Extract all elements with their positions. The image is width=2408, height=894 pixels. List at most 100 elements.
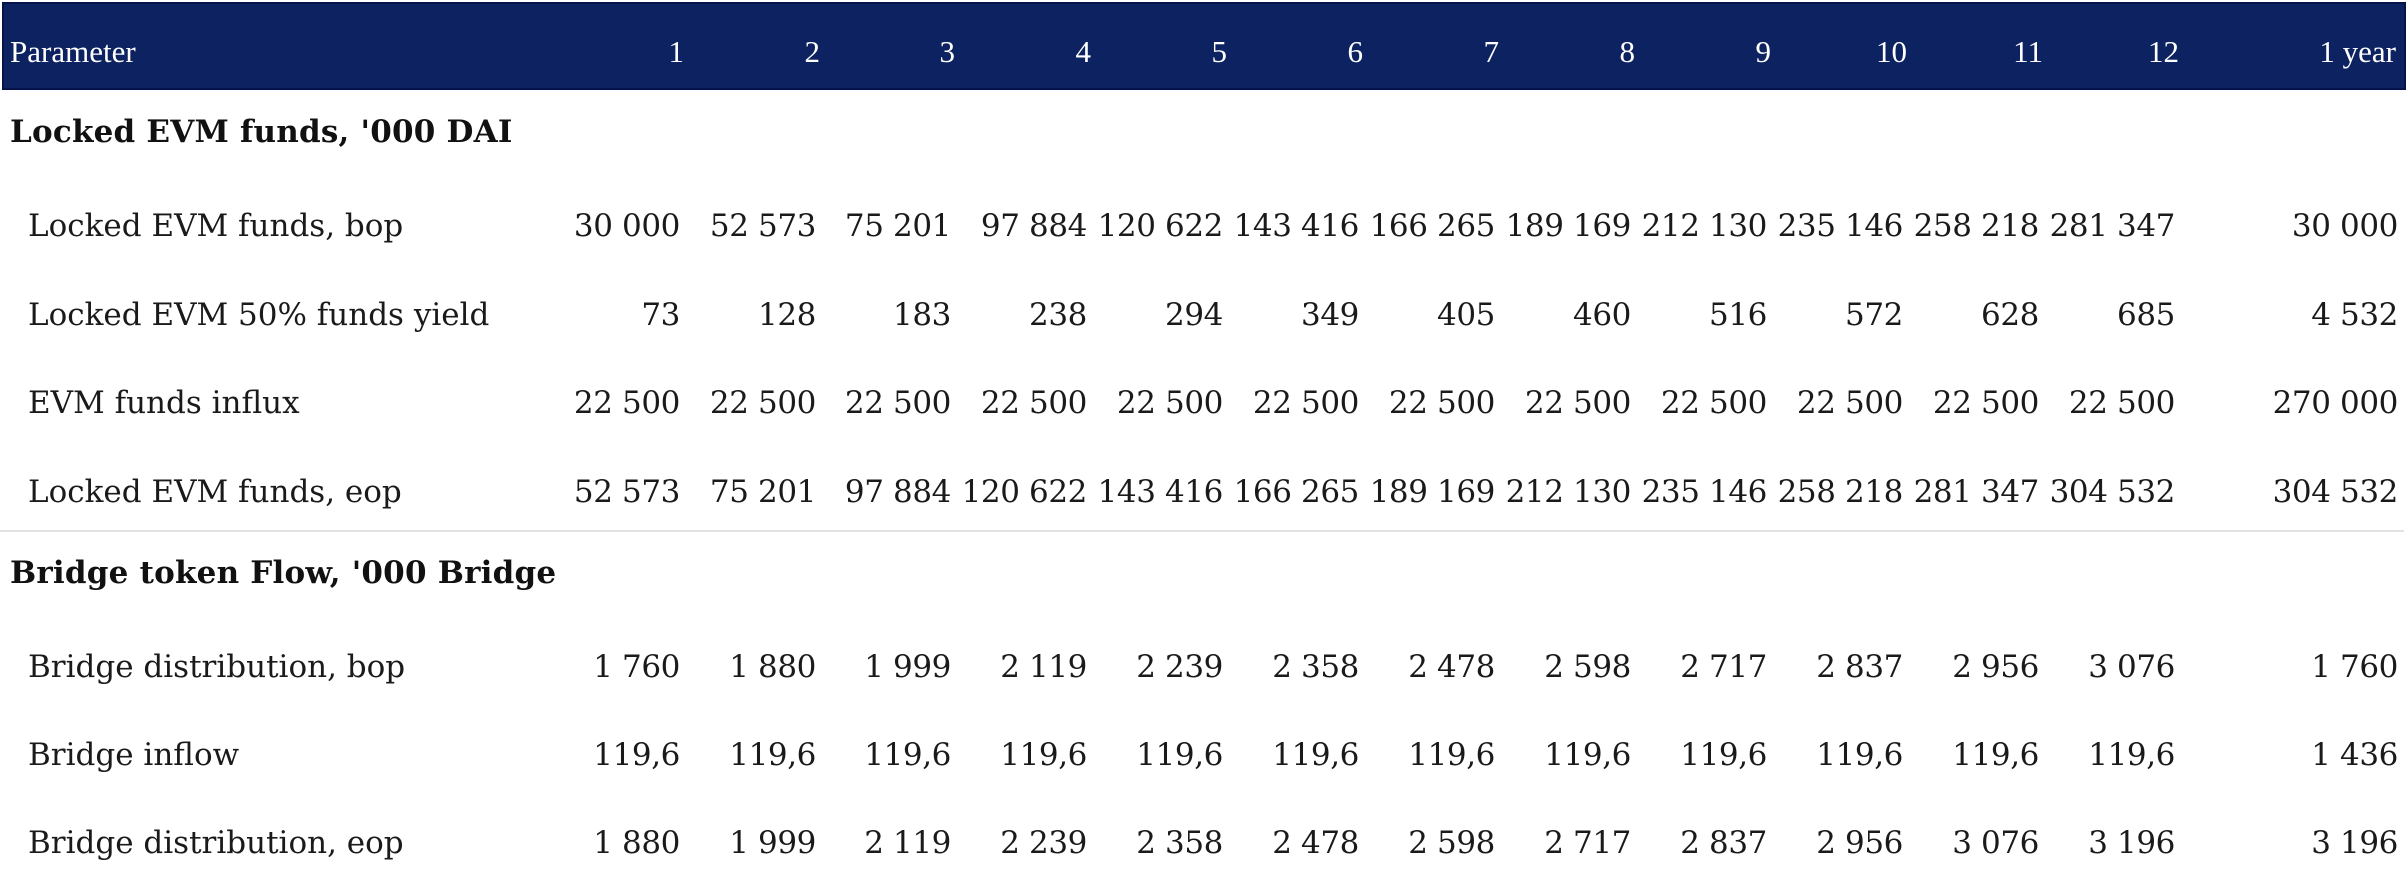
cell-month-7[interactable]: 2 598 xyxy=(1363,813,1495,873)
cell-month-10[interactable]: 235 146 xyxy=(1771,196,1904,256)
cell-month-7[interactable]: 166 265 xyxy=(1363,196,1496,256)
cell-month-5[interactable]: 143 416 xyxy=(1091,462,1224,522)
table-row[interactable]: Locked EVM 50% funds yield 73 128 183 238 294… xyxy=(0,285,2408,345)
cell-month-10[interactable]: 2 956 xyxy=(1771,813,1903,873)
cell-month-10[interactable]: 2 837 xyxy=(1771,637,1903,697)
cell-month-8[interactable]: 212 130 xyxy=(1499,462,1632,522)
cell-month-5[interactable]: 294 xyxy=(1091,285,1223,345)
cell-month-9[interactable]: 212 130 xyxy=(1635,196,1768,256)
header-month-10[interactable]: 10 xyxy=(1787,4,1907,88)
header-parameter[interactable]: Parameter xyxy=(10,4,136,88)
cell-month-2[interactable]: 1 999 xyxy=(684,813,816,873)
cell-month-8[interactable]: 460 xyxy=(1499,285,1631,345)
header-month-6[interactable]: 6 xyxy=(1243,4,1364,88)
cell-month-7[interactable]: 405 xyxy=(1363,285,1495,345)
cell-month-4[interactable]: 2 239 xyxy=(955,813,1087,873)
cell-month-4[interactable]: 22 500 xyxy=(955,373,1087,433)
header-month-7[interactable]: 7 xyxy=(1379,4,1500,88)
cell-month-1[interactable]: 119,6 xyxy=(548,725,680,785)
cell-month-3[interactable]: 1 999 xyxy=(819,637,951,697)
table-row[interactable]: Bridge distribution, eop 1 880 1 999 2 119 2… xyxy=(0,813,2408,873)
cell-month-7[interactable]: 2 478 xyxy=(1363,637,1495,697)
cell-month-4[interactable]: 238 xyxy=(955,285,1087,345)
cell-month-6[interactable]: 119,6 xyxy=(1227,725,1359,785)
cell-month-12[interactable]: 685 xyxy=(2043,285,2175,345)
cell-month-3[interactable]: 22 500 xyxy=(819,373,951,433)
cell-month-12[interactable]: 281 347 xyxy=(2043,196,2176,256)
cell-month-2[interactable]: 1 880 xyxy=(684,637,816,697)
cell-total[interactable]: 270 000 xyxy=(2198,373,2399,433)
table-row[interactable]: EVM funds influx 22 500 22 500 22 500 22 500… xyxy=(0,373,2408,433)
cell-month-11[interactable]: 281 347 xyxy=(1907,462,2040,522)
cell-month-10[interactable]: 119,6 xyxy=(1771,725,1903,785)
cell-month-4[interactable]: 2 119 xyxy=(955,637,1087,697)
header-total[interactable]: 1 year xyxy=(2276,4,2396,88)
header-month-11[interactable]: 11 xyxy=(1923,4,2043,88)
cell-month-9[interactable]: 2 837 xyxy=(1635,813,1767,873)
cell-month-5[interactable]: 22 500 xyxy=(1091,373,1223,433)
header-month-2[interactable]: 2 xyxy=(700,4,821,88)
cell-month-12[interactable]: 119,6 xyxy=(2043,725,2175,785)
cell-month-9[interactable]: 119,6 xyxy=(1635,725,1767,785)
cell-month-1[interactable]: 30 000 xyxy=(548,196,680,256)
header-month-1[interactable]: 1 xyxy=(564,4,685,88)
cell-month-6[interactable]: 2 478 xyxy=(1227,813,1359,873)
cell-month-2[interactable]: 52 573 xyxy=(684,196,816,256)
cell-month-12[interactable]: 3 076 xyxy=(2043,637,2175,697)
cell-month-8[interactable]: 189 169 xyxy=(1499,196,1632,256)
cell-month-2[interactable]: 75 201 xyxy=(684,462,816,522)
cell-month-8[interactable]: 2 717 xyxy=(1499,813,1631,873)
header-month-3[interactable]: 3 xyxy=(835,4,956,88)
cell-month-12[interactable]: 22 500 xyxy=(2043,373,2175,433)
cell-month-12[interactable]: 304 532 xyxy=(2043,462,2176,522)
cell-month-9[interactable]: 2 717 xyxy=(1635,637,1767,697)
header-month-8[interactable]: 8 xyxy=(1515,4,1636,88)
cell-month-11[interactable]: 119,6 xyxy=(1907,725,2039,785)
cell-total[interactable]: 4 532 xyxy=(2198,285,2398,345)
cell-month-7[interactable]: 189 169 xyxy=(1363,462,1496,522)
cell-total[interactable]: 30 000 xyxy=(2198,196,2398,256)
header-month-9[interactable]: 9 xyxy=(1651,4,1772,88)
cell-month-9[interactable]: 516 xyxy=(1635,285,1767,345)
cell-month-6[interactable]: 2 358 xyxy=(1227,637,1359,697)
cell-month-11[interactable]: 258 218 xyxy=(1907,196,2040,256)
cell-month-5[interactable]: 2 358 xyxy=(1091,813,1223,873)
cell-month-6[interactable]: 22 500 xyxy=(1227,373,1359,433)
cell-month-6[interactable]: 143 416 xyxy=(1227,196,1360,256)
cell-month-2[interactable]: 128 xyxy=(684,285,816,345)
cell-month-9[interactable]: 235 146 xyxy=(1635,462,1768,522)
cell-month-3[interactable]: 119,6 xyxy=(819,725,951,785)
cell-total[interactable]: 3 196 xyxy=(2198,813,2398,873)
cell-month-10[interactable]: 22 500 xyxy=(1771,373,1903,433)
header-month-12[interactable]: 12 xyxy=(2059,4,2179,88)
header-month-4[interactable]: 4 xyxy=(971,4,1092,88)
cell-month-4[interactable]: 97 884 xyxy=(955,196,1087,256)
cell-month-4[interactable]: 119,6 xyxy=(955,725,1087,785)
cell-month-5[interactable]: 2 239 xyxy=(1091,637,1223,697)
cell-month-11[interactable]: 3 076 xyxy=(1907,813,2039,873)
cell-month-6[interactable]: 349 xyxy=(1227,285,1359,345)
cell-month-2[interactable]: 119,6 xyxy=(684,725,816,785)
table-row[interactable]: Locked EVM funds, eop 52 573 75 201 97 884 1… xyxy=(0,462,2408,522)
cell-month-8[interactable]: 119,6 xyxy=(1499,725,1631,785)
cell-month-10[interactable]: 258 218 xyxy=(1771,462,1904,522)
cell-month-1[interactable]: 1 760 xyxy=(548,637,680,697)
cell-month-1[interactable]: 1 880 xyxy=(548,813,680,873)
cell-month-5[interactable]: 119,6 xyxy=(1091,725,1223,785)
cell-month-8[interactable]: 2 598 xyxy=(1499,637,1631,697)
cell-month-2[interactable]: 22 500 xyxy=(684,373,816,433)
cell-month-6[interactable]: 166 265 xyxy=(1227,462,1360,522)
cell-month-5[interactable]: 120 622 xyxy=(1091,196,1224,256)
cell-month-3[interactable]: 2 119 xyxy=(819,813,951,873)
cell-total[interactable]: 304 532 xyxy=(2198,462,2399,522)
cell-month-11[interactable]: 628 xyxy=(1907,285,2039,345)
cell-month-7[interactable]: 22 500 xyxy=(1363,373,1495,433)
cell-month-12[interactable]: 3 196 xyxy=(2043,813,2175,873)
cell-month-3[interactable]: 75 201 xyxy=(819,196,951,256)
cell-month-8[interactable]: 22 500 xyxy=(1499,373,1631,433)
cell-month-7[interactable]: 119,6 xyxy=(1363,725,1495,785)
table-row[interactable]: Bridge inflow 119,6 119,6 119,6 119,6 119,6 11… xyxy=(0,725,2408,785)
cell-month-4[interactable]: 120 622 xyxy=(955,462,1088,522)
cell-month-1[interactable]: 22 500 xyxy=(548,373,680,433)
cell-month-3[interactable]: 97 884 xyxy=(819,462,951,522)
